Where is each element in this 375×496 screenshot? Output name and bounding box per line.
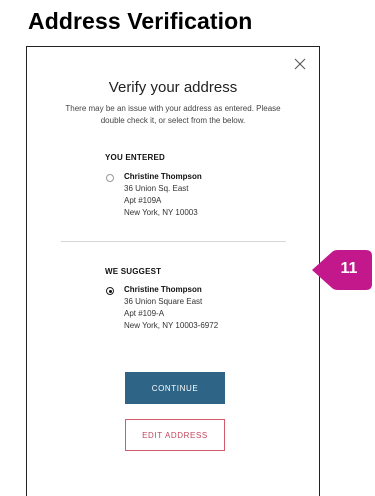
suggested-address-radio[interactable] — [106, 287, 114, 295]
suggested-line1: 36 Union Square East — [124, 297, 203, 306]
suggested-name: Christine Thompson — [124, 285, 202, 294]
section-divider — [61, 241, 286, 242]
suggested-section-label: WE SUGGEST — [105, 267, 162, 276]
entered-line1: 36 Union Sq. East — [124, 184, 189, 193]
step-callout-badge: 11 — [312, 246, 372, 294]
callout-number: 11 — [340, 260, 358, 277]
continue-button[interactable]: CONTINUE — [125, 372, 225, 404]
description-line: double check it, or select from the belo… — [100, 116, 246, 125]
entered-address: Christine Thompson 36 Union Sq. East Apt… — [124, 171, 202, 219]
suggested-line2: Apt #109-A — [124, 309, 165, 318]
modal-description: There may be an issue with your address … — [33, 103, 313, 127]
close-icon[interactable] — [293, 57, 307, 71]
entered-address-radio[interactable] — [106, 174, 114, 182]
modal-heading: Verify your address — [108, 79, 238, 96]
description-line: There may be an issue with your address … — [65, 104, 281, 113]
entered-line3: New York, NY 10003 — [124, 208, 198, 217]
entered-section-label: YOU ENTERED — [105, 153, 165, 162]
entered-line2: Apt #109A — [124, 196, 162, 205]
entered-name: Christine Thompson — [124, 172, 202, 181]
verify-address-modal: Verify your address There may be an issu… — [26, 46, 320, 496]
edit-address-button[interactable]: EDIT ADDRESS — [125, 419, 225, 451]
suggested-line3: New York, NY 10003-6972 — [124, 321, 219, 330]
suggested-address: Christine Thompson 36 Union Square East … — [124, 284, 218, 332]
page-title: Address Verification — [28, 8, 253, 34]
